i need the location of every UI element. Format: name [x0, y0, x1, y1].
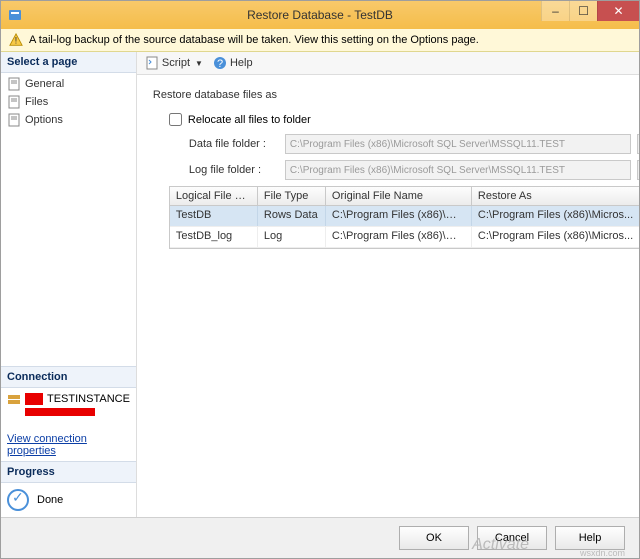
nav-label: General: [25, 78, 64, 90]
watermark-url: wsxdn.com: [580, 548, 625, 558]
grid-header: Logical File Name File Type Original Fil…: [170, 187, 639, 206]
close-button[interactable]: ✕: [597, 1, 639, 21]
cell-type: Rows Data: [258, 206, 326, 226]
app-icon: [7, 7, 23, 23]
relocate-checkbox[interactable]: [169, 113, 182, 126]
nav-label: Options: [25, 114, 63, 126]
data-folder-label: Data file folder :: [169, 138, 279, 150]
progress-status: Done: [37, 494, 63, 506]
cell-original: C:\Program Files (x86)\Micros...: [326, 227, 472, 247]
cell-logical: TestDB_log: [170, 227, 258, 247]
nav-label: Files: [25, 96, 48, 108]
toolbar: Script ▼ ? Help: [137, 52, 639, 75]
main-panel: Script ▼ ? Help Restore database files a…: [137, 52, 639, 517]
script-button[interactable]: Script ▼: [145, 56, 203, 70]
connection-body: TESTINSTANCE View connection properties: [1, 388, 136, 461]
instance-name: TESTINSTANCE: [47, 393, 130, 405]
warning-text: A tail-log backup of the source database…: [29, 34, 479, 46]
help-button[interactable]: ? Help: [213, 56, 253, 70]
help-icon: ?: [213, 56, 227, 70]
progress-body: Done: [1, 483, 136, 517]
sidebar-item-general[interactable]: General: [1, 75, 136, 93]
redacted-block: [25, 393, 43, 405]
page-icon: [7, 77, 21, 91]
warning-icon: !: [9, 33, 23, 47]
sidebar-item-files[interactable]: Files: [1, 93, 136, 111]
page-nav: General Files Options: [1, 73, 136, 131]
title-bar: Restore Database - TestDB – ☐ ✕: [1, 1, 639, 29]
relocate-label: Relocate all files to folder: [188, 114, 311, 126]
relocate-row: Relocate all files to folder: [169, 113, 639, 126]
cancel-button[interactable]: Cancel: [477, 526, 547, 550]
content-area: Restore database files as Relocate all f…: [137, 75, 639, 517]
section-title: Restore database files as: [153, 89, 639, 101]
browse-log-folder-button[interactable]: ...: [637, 160, 639, 180]
server-line: TESTINSTANCE: [7, 392, 130, 406]
script-label: Script: [162, 57, 190, 69]
progress-header: Progress: [1, 461, 136, 483]
col-type[interactable]: File Type: [258, 187, 326, 205]
page-icon: [7, 113, 21, 127]
cell-original: C:\Program Files (x86)\Micros...: [326, 206, 472, 226]
svg-text:?: ?: [217, 58, 223, 70]
window-controls: – ☐ ✕: [541, 1, 639, 21]
warning-bar: ! A tail-log backup of the source databa…: [1, 29, 639, 52]
log-folder-label: Log file folder :: [169, 164, 279, 176]
sidebar: Select a page General Files Options Conn…: [1, 52, 137, 517]
cell-restore: C:\Program Files (x86)\Micros...: [472, 227, 639, 247]
cell-logical: TestDB: [170, 206, 258, 226]
data-folder-row: Data file folder : C:\Program Files (x86…: [169, 134, 639, 154]
maximize-button[interactable]: ☐: [569, 1, 597, 21]
connection-header: Connection: [1, 366, 136, 388]
minimize-button[interactable]: –: [541, 1, 569, 21]
table-row[interactable]: TestDB_log Log C:\Program Files (x86)\Mi…: [170, 227, 639, 248]
col-original[interactable]: Original File Name: [326, 187, 472, 205]
table-row[interactable]: TestDB Rows Data C:\Program Files (x86)\…: [170, 206, 639, 227]
help-dialog-button[interactable]: Help: [555, 526, 625, 550]
svg-text:!: !: [15, 36, 18, 47]
window-title: Restore Database - TestDB: [247, 8, 393, 22]
log-folder-row: Log file folder : C:\Program Files (x86)…: [169, 160, 639, 180]
col-restore[interactable]: Restore As: [472, 187, 639, 205]
select-page-header: Select a page: [1, 52, 136, 73]
data-folder-field: C:\Program Files (x86)\Microsoft SQL Ser…: [285, 134, 631, 154]
redacted-block: [25, 408, 95, 416]
dialog-buttons: Activate OK Cancel Help wsxdn.com: [1, 517, 639, 558]
files-grid: Logical File Name File Type Original Fil…: [169, 186, 639, 249]
script-icon: [145, 56, 159, 70]
chevron-down-icon: ▼: [195, 59, 203, 68]
server-icon: [7, 392, 21, 406]
help-label: Help: [230, 57, 253, 69]
view-connection-properties-link[interactable]: View connection properties: [7, 433, 130, 457]
cell-restore: C:\Program Files (x86)\Micros...: [472, 206, 639, 226]
cell-type: Log: [258, 227, 326, 247]
sidebar-item-options[interactable]: Options: [1, 111, 136, 129]
page-icon: [7, 95, 21, 109]
done-icon: [7, 489, 29, 511]
ok-button[interactable]: OK: [399, 526, 469, 550]
browse-data-folder-button[interactable]: ...: [637, 134, 639, 154]
col-logical[interactable]: Logical File Name: [170, 187, 258, 205]
log-folder-field: C:\Program Files (x86)\Microsoft SQL Ser…: [285, 160, 631, 180]
